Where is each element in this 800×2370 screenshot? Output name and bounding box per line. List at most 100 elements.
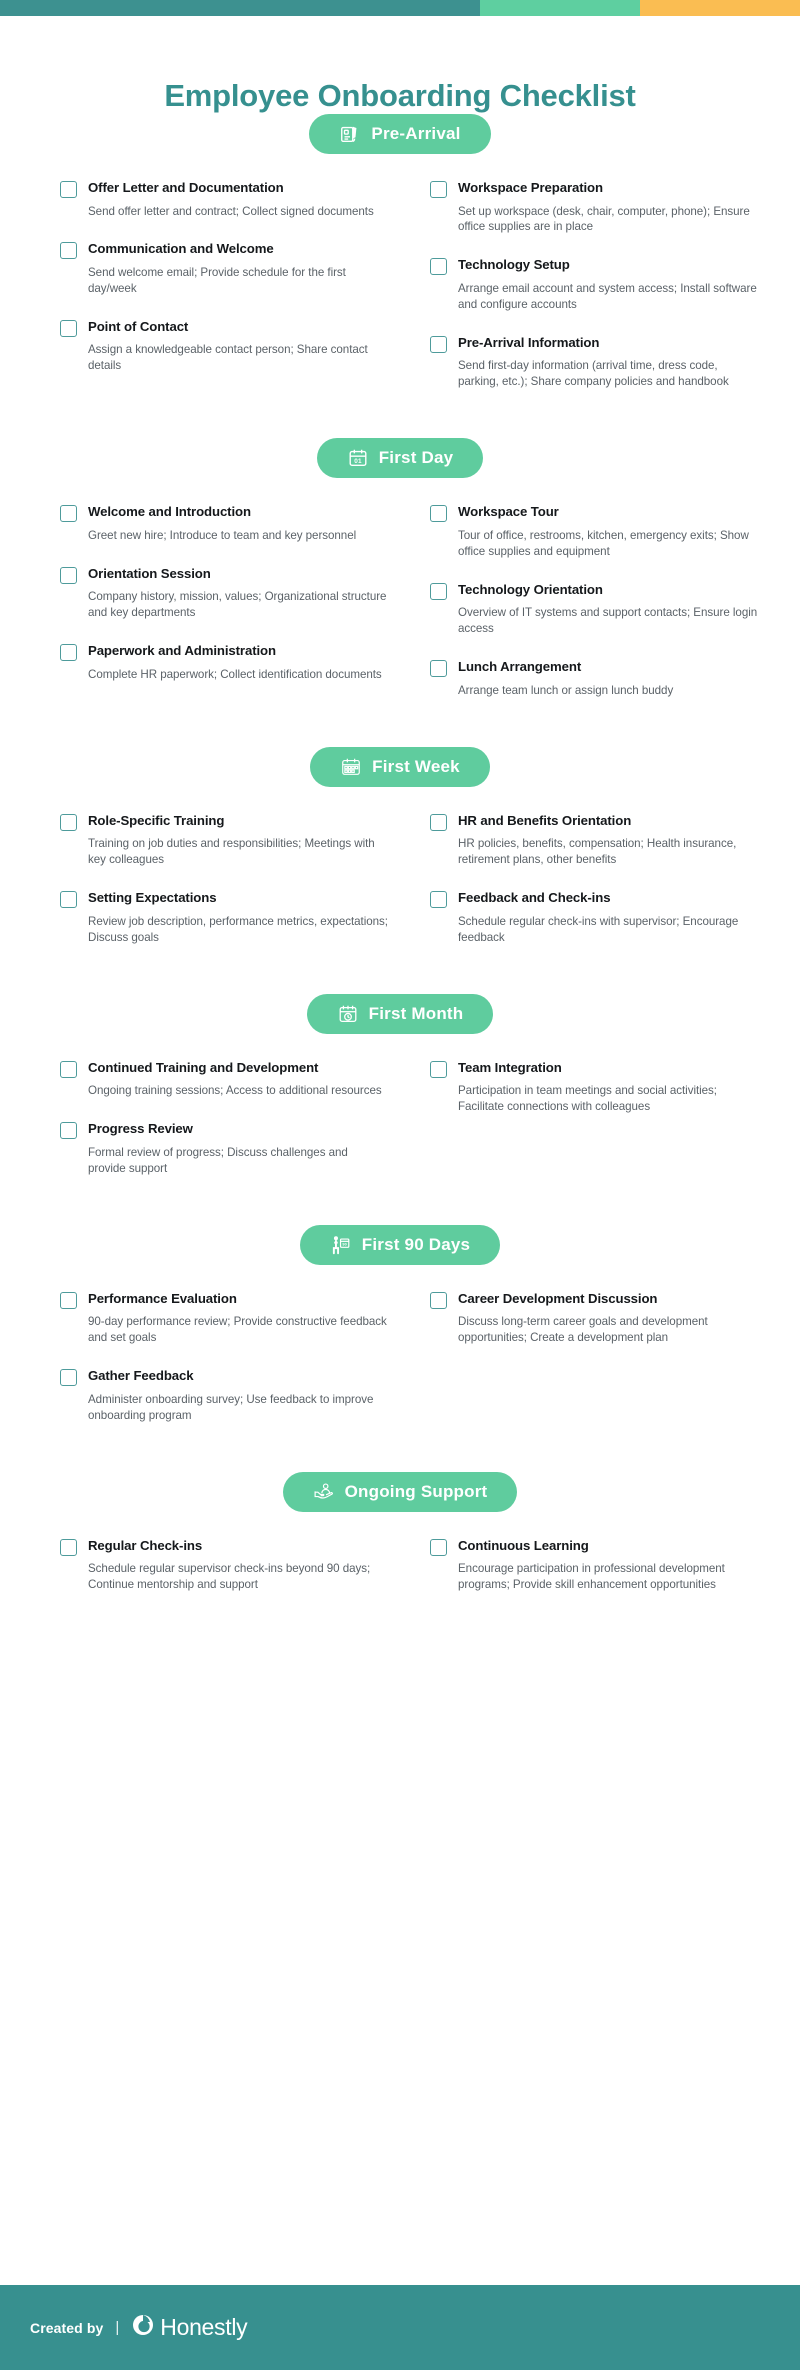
checkbox-icon[interactable] xyxy=(430,258,447,276)
checklist-item-text: Paperwork and Administration Complete HR … xyxy=(88,643,382,682)
checklist-item[interactable]: Role-Specific Training Training on job du… xyxy=(60,813,430,868)
checklist-item[interactable]: Regular Check-ins Schedule regular superv… xyxy=(60,1538,430,1593)
checklist-item[interactable]: Team Integration Participation in team me… xyxy=(430,1060,780,1115)
checklist-item[interactable]: Feedback and Check-ins Schedule regular c… xyxy=(430,890,780,945)
checkbox-icon[interactable] xyxy=(60,644,77,662)
section-badge: First Month xyxy=(306,993,494,1034)
section-badge-row: 01 First Day xyxy=(0,438,800,479)
section-badge: Pre-Arrival xyxy=(309,114,491,154)
section-badge-row: 90 First 90 Days xyxy=(0,1224,800,1265)
checkbox-icon[interactable] xyxy=(60,181,77,198)
checkbox-icon[interactable] xyxy=(430,1538,447,1556)
checkbox-icon[interactable] xyxy=(430,505,447,523)
checkbox-icon[interactable] xyxy=(430,582,447,600)
checklist-item[interactable]: Offer Letter and Documentation Send offer… xyxy=(60,180,430,219)
hand-person-support-icon xyxy=(313,1481,335,1503)
svg-text:90: 90 xyxy=(342,1242,347,1246)
id-card-pen-icon xyxy=(339,123,361,145)
checklist-item-text: Offer Letter and Documentation Send offer… xyxy=(88,180,374,219)
checklist-item[interactable]: Communication and Welcome Send welcome em… xyxy=(60,241,430,296)
footer-divider: | xyxy=(115,2319,120,2336)
checklist-item[interactable]: Technology Setup Arrange email account an… xyxy=(430,257,780,312)
checklist-item[interactable]: Progress Review Formal review of progress… xyxy=(60,1121,430,1176)
checkbox-icon[interactable] xyxy=(430,335,447,353)
honestly-mark-icon xyxy=(131,2313,155,2342)
checklist-item-title: Lunch Arrangement xyxy=(458,659,582,675)
section-items: Role-Specific Training Training on job du… xyxy=(0,813,800,968)
checklist-item[interactable]: Workspace Preparation Set up workspace (d… xyxy=(430,180,780,235)
checklist-item-text: Technology Orientation Overview of IT sys… xyxy=(458,582,758,637)
checklist-item-text: Setting Expectations Review job descripti… xyxy=(88,890,388,945)
checkbox-icon[interactable] xyxy=(430,660,447,678)
checklist-item-description: Overview of IT systems and support conta… xyxy=(458,606,758,636)
checklist-item-description: Participation in team meetings and socia… xyxy=(458,1084,717,1114)
checkbox-icon[interactable] xyxy=(60,1060,77,1078)
section-badge-label: First Month xyxy=(368,1003,464,1023)
section-badge-label: First 90 Days xyxy=(361,1234,471,1254)
checklist-item[interactable]: Point of Contact Assign a knowledgeable c… xyxy=(60,319,430,374)
page-footer: Created by | Honestly xyxy=(0,2285,800,2370)
checkbox-icon[interactable] xyxy=(60,242,77,260)
checkbox-icon[interactable] xyxy=(60,1538,77,1556)
section-first-week: First Week Role-Specific Training Training… xyxy=(0,746,800,994)
checklist-item[interactable]: Performance Evaluation 90-day performance… xyxy=(60,1291,430,1346)
checklist-item-title: Workspace Tour xyxy=(458,504,559,520)
section-badge-label: Ongoing Support xyxy=(344,1481,488,1501)
checklist-item-text: Pre-Arrival Information Send first-day in… xyxy=(458,335,758,390)
checklist-item-title: Feedback and Check-ins xyxy=(458,890,611,906)
page-title: Employee Onboarding Checklist xyxy=(164,78,636,113)
section-badge: 90 First 90 Days xyxy=(299,1224,501,1265)
checklist-item[interactable]: Gather Feedback Administer onboarding sur… xyxy=(60,1368,430,1423)
checklist-item[interactable]: Continued Training and Development Ongoin… xyxy=(60,1060,430,1099)
checklist-item-text: Role-Specific Training Training on job du… xyxy=(88,813,388,868)
section-badge-row: Pre-Arrival xyxy=(0,114,800,154)
checklist-item-title: Performance Evaluation xyxy=(88,1290,237,1306)
checklist-item[interactable]: Technology Orientation Overview of IT sys… xyxy=(430,582,780,637)
checkbox-icon[interactable] xyxy=(60,813,77,831)
checkbox-icon[interactable] xyxy=(60,1122,77,1140)
checklist-item-text: Progress Review Formal review of progress… xyxy=(88,1121,388,1176)
checklist-item-title: Role-Specific Training xyxy=(88,812,225,828)
checkbox-icon[interactable] xyxy=(60,1291,77,1309)
checklist-item[interactable]: HR and Benefits Orientation HR policies, … xyxy=(430,813,780,868)
checklist-item[interactable]: Orientation Session Company history, miss… xyxy=(60,566,430,621)
checklist-item[interactable]: Lunch Arrangement Arrange team lunch or a… xyxy=(430,659,780,698)
checklist-item[interactable]: Continuous Learning Encourage participati… xyxy=(430,1538,780,1593)
checklist-page: Employee Onboarding Checklist Pre-Arriva… xyxy=(0,0,800,2370)
checkbox-icon[interactable] xyxy=(60,891,77,909)
checkbox-icon[interactable] xyxy=(60,505,77,523)
checkbox-icon[interactable] xyxy=(430,181,447,198)
checkbox-icon[interactable] xyxy=(430,813,447,831)
calendar-week-icon xyxy=(340,756,362,778)
section-items: Offer Letter and Documentation Send offer… xyxy=(0,180,800,412)
checklist-item-title: Workspace Preparation xyxy=(458,180,603,195)
checkbox-icon[interactable] xyxy=(430,891,447,909)
items-column-left: Offer Letter and Documentation Send offer… xyxy=(60,180,430,412)
topbar-teal-segment xyxy=(0,0,480,16)
sections-container: Pre-Arrival Offer Letter and Documentatio… xyxy=(0,114,800,1641)
created-by-label: Created by xyxy=(30,2319,104,2336)
checklist-item-title: Continued Training and Development xyxy=(88,1059,319,1075)
checklist-item[interactable]: Career Development Discussion Discuss lon… xyxy=(430,1291,780,1346)
brand-logo: Honestly xyxy=(131,2313,248,2342)
checklist-item[interactable]: Welcome and Introduction Greet new hire; … xyxy=(60,504,430,543)
checklist-item[interactable]: Setting Expectations Review job descripti… xyxy=(60,890,430,945)
checkbox-icon[interactable] xyxy=(60,319,77,337)
items-column-left: Regular Check-ins Schedule regular superv… xyxy=(60,1538,430,1615)
top-color-bar xyxy=(0,0,800,16)
checklist-item-title: Technology Orientation xyxy=(458,581,603,597)
checklist-item-text: Communication and Welcome Send welcome em… xyxy=(88,241,388,296)
checklist-item-title: Continuous Learning xyxy=(458,1537,589,1553)
section-badge-label: First Day xyxy=(378,448,454,468)
checkbox-icon[interactable] xyxy=(430,1291,447,1309)
checklist-item[interactable]: Paperwork and Administration Complete HR … xyxy=(60,643,430,682)
checkbox-icon[interactable] xyxy=(60,1369,77,1387)
checkbox-icon[interactable] xyxy=(60,566,77,584)
checklist-item[interactable]: Pre-Arrival Information Send first-day in… xyxy=(430,335,780,390)
checkbox-icon[interactable] xyxy=(430,1060,447,1078)
checklist-item[interactable]: Workspace Tour Tour of office, restrooms,… xyxy=(430,504,780,559)
checklist-item-description: Arrange email account and system access;… xyxy=(458,281,757,311)
